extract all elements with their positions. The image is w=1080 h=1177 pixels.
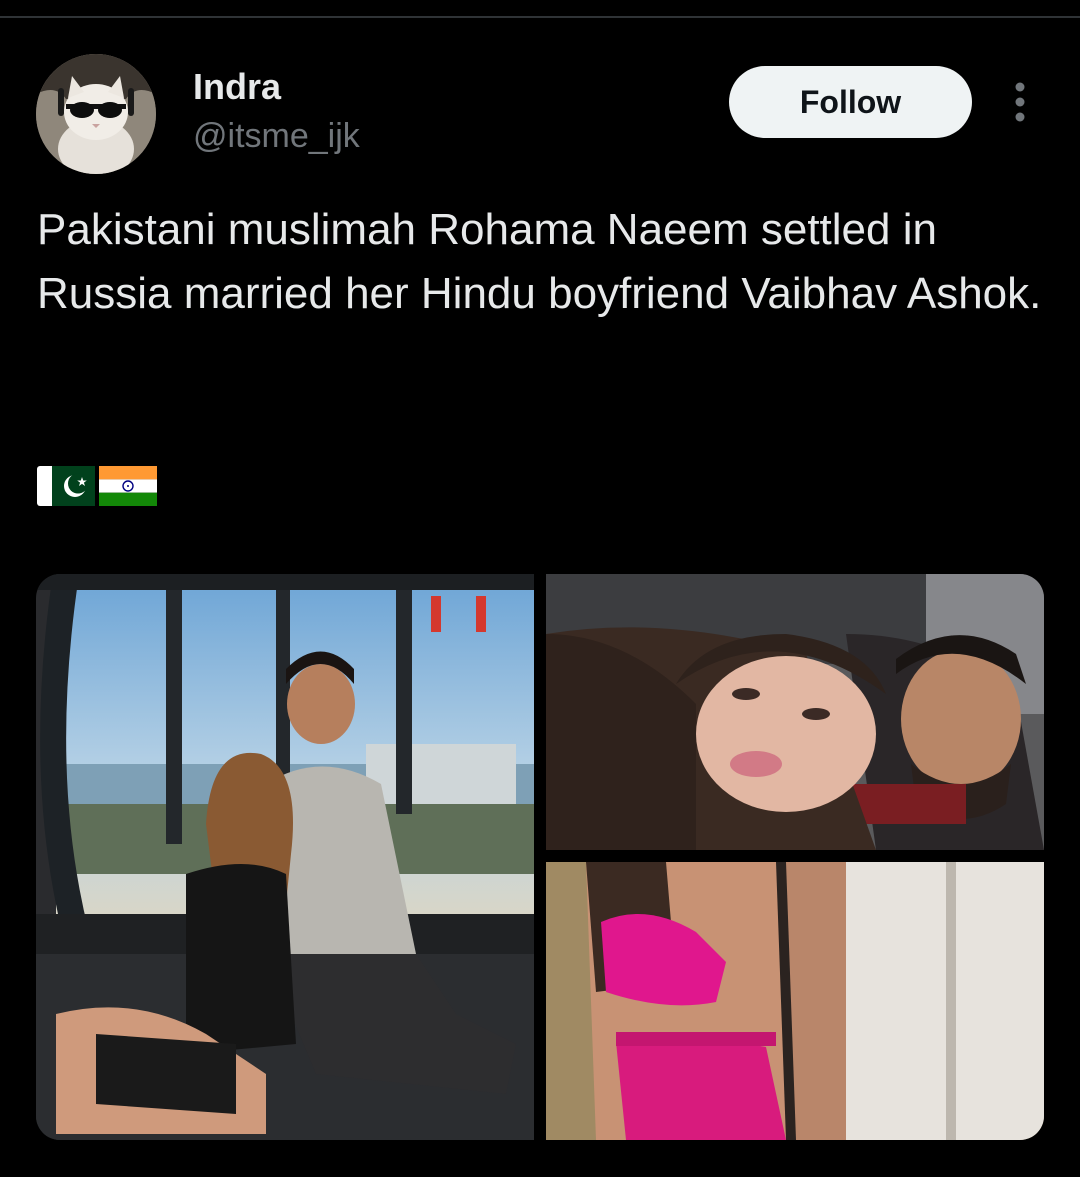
photo-pink-bikini-mirror-icon	[546, 862, 1044, 1140]
media-photo-ferris-wheel[interactable]	[36, 574, 534, 1140]
india-flag-icon	[99, 464, 157, 510]
photo-couple-ferris-wheel-icon	[36, 574, 534, 1140]
media-photo-mirror[interactable]	[546, 862, 1044, 1140]
tweet-text: Pakistani muslimah Rohama Naeem settled …	[37, 205, 1042, 318]
tweet-media-grid	[36, 574, 1044, 1140]
author-display-name[interactable]: Indra	[193, 66, 281, 108]
author-handle[interactable]: @itsme_ijk	[193, 116, 360, 156]
photo-couple-selfie-icon	[546, 574, 1044, 850]
more-vertical-icon[interactable]	[1004, 80, 1036, 124]
cat-with-sunglasses-icon	[36, 54, 156, 174]
top-divider	[0, 16, 1080, 18]
follow-button[interactable]: Follow	[729, 66, 972, 138]
flag-emojis	[37, 464, 157, 510]
author-avatar[interactable]	[36, 54, 156, 174]
pakistan-flag-icon	[37, 464, 95, 510]
media-photo-selfie[interactable]	[546, 574, 1044, 850]
